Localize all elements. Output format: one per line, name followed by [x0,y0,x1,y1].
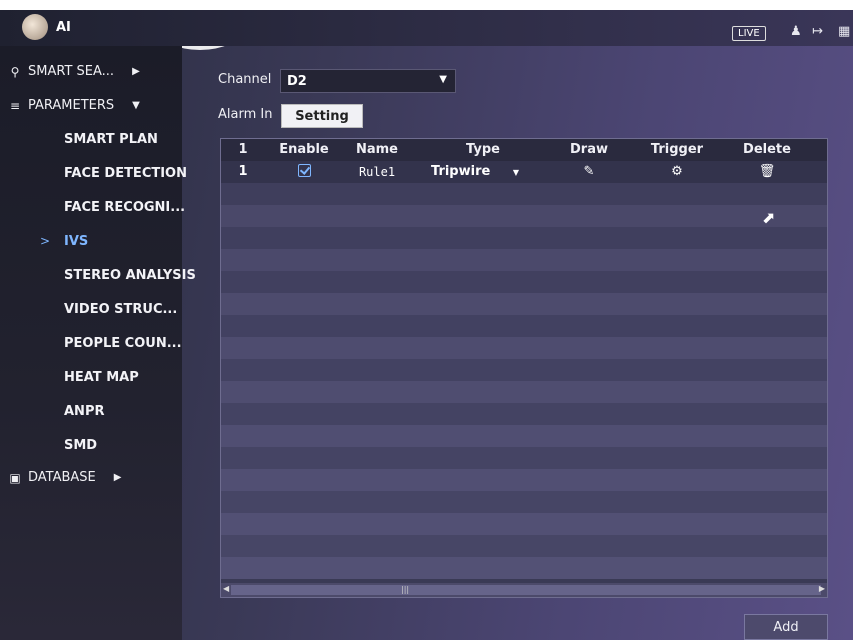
active-caret-icon: > [40,234,51,248]
search-icon: ⚲ [10,64,20,79]
trash-icon[interactable]: 🗑 [737,161,797,183]
column-header: Type [466,142,500,157]
empty-row [221,227,827,249]
channel-select[interactable]: D2 ▼ [280,69,456,93]
sidebar-item-database[interactable]: ▣ DATABASE ▶ [8,470,121,485]
chevron-down-icon: ▼ [132,100,140,111]
live-button[interactable]: LIVE [732,26,766,41]
sidebar-item-label: DATABASE [28,470,96,485]
column-header: Enable [279,142,329,157]
sidebar-item-label: PARAMETERS [28,98,115,113]
rule-type-value: Tripwire [431,164,491,179]
empty-row [221,491,827,513]
empty-row [221,403,827,425]
sidebar-item-anpr[interactable]: ANPR [64,404,104,419]
app-screen: AI LIVE ♟ ↦ ▦ ⚲ SMART SEA... ▶ ≡ PARAMET… [0,10,853,640]
sidebar-item-heat-map[interactable]: HEAT MAP [64,370,139,385]
app-title: AI [56,20,71,35]
column-header: Draw [570,142,608,157]
column-header: Delete [743,142,791,157]
draw-icon[interactable]: ✎ [559,161,619,183]
chevron-down-icon: ▼ [512,168,519,177]
user-icon[interactable]: ♟ [790,24,802,39]
empty-row [221,183,827,205]
app-logo-icon [22,14,48,40]
horizontal-scrollbar[interactable]: ◀ ||| ▶ [221,583,827,597]
sidebar-item-ivs[interactable]: IVS [64,234,88,249]
scrollbar-thumb[interactable] [231,585,821,595]
sidebar-item-parameters[interactable]: ≡ PARAMETERS ▼ [8,98,140,113]
channel-label: Channel [218,72,272,87]
empty-row [221,337,827,359]
logout-icon[interactable]: ↦ [812,24,823,39]
chevron-right-icon: ▶ [113,472,122,483]
add-button[interactable]: Add [744,614,828,640]
enable-checkbox[interactable] [273,161,335,183]
empty-row [221,513,827,535]
empty-row [221,469,827,491]
layout-icon[interactable]: ▦ [838,24,850,39]
empty-row [221,359,827,381]
column-header: Name [355,142,398,157]
empty-row [221,205,827,227]
sidebar-item-smart-plan[interactable]: SMART PLAN [64,132,158,147]
column-header: Trigger [650,142,704,157]
table-row[interactable]: 1 Rule1 Tripwire ▼ ✎ ⚙ 🗑 [221,161,827,183]
list-icon: ≡ [9,98,21,113]
row-index: 1 [238,164,248,179]
setting-button[interactable]: Setting [281,104,363,128]
sidebar-item-video-structure[interactable]: VIDEO STRUC... [64,302,177,317]
sidebar-item-face-recognition[interactable]: FACE RECOGNI... [64,200,185,215]
empty-row [221,293,827,315]
database-icon: ▣ [9,470,21,485]
grip-icon: ||| [401,585,410,594]
rules-table: 1 Enable Name Type Draw Trigger Delete 1… [220,138,828,598]
empty-row [221,425,827,447]
rule-type-select[interactable]: Tripwire ▼ [431,161,527,183]
scroll-left-icon[interactable]: ◀ [223,584,229,593]
top-bar: AI LIVE ♟ ↦ ▦ [0,10,853,46]
empty-row [221,447,827,469]
chevron-right-icon: ▶ [132,66,140,77]
sidebar-item-smd[interactable]: SMD [64,438,97,453]
channel-value: D2 [287,73,307,89]
chevron-down-icon: ▼ [439,74,447,85]
sidebar-item-smart-search[interactable]: ⚲ SMART SEA... ▶ [8,64,140,79]
empty-row [221,381,827,403]
sidebar-item-face-detection[interactable]: FACE DETECTION [64,166,187,181]
sidebar-item-people-counting[interactable]: PEOPLE COUN... [64,336,182,351]
checkbox-checked-icon [297,164,311,177]
sidebar: ⚲ SMART SEA... ▶ ≡ PARAMETERS ▼ SMART PL… [0,46,196,640]
rule-name[interactable]: Rule1 [347,161,407,183]
sidebar-item-stereo-analysis[interactable]: STEREO ANALYSIS [64,268,196,283]
alarm-in-label: Alarm In [218,107,273,122]
column-header: 1 [238,142,248,157]
empty-row [221,535,827,557]
scroll-right-icon[interactable]: ▶ [819,584,825,593]
empty-row [221,315,827,337]
table-header: 1 Enable Name Type Draw Trigger Delete [221,139,827,161]
empty-row [221,557,827,579]
empty-row [221,271,827,293]
mouse-cursor-icon: ⬈ [762,208,776,227]
gear-icon[interactable]: ⚙ [645,161,709,183]
empty-row [221,249,827,271]
sidebar-item-label: SMART SEA... [28,64,115,79]
